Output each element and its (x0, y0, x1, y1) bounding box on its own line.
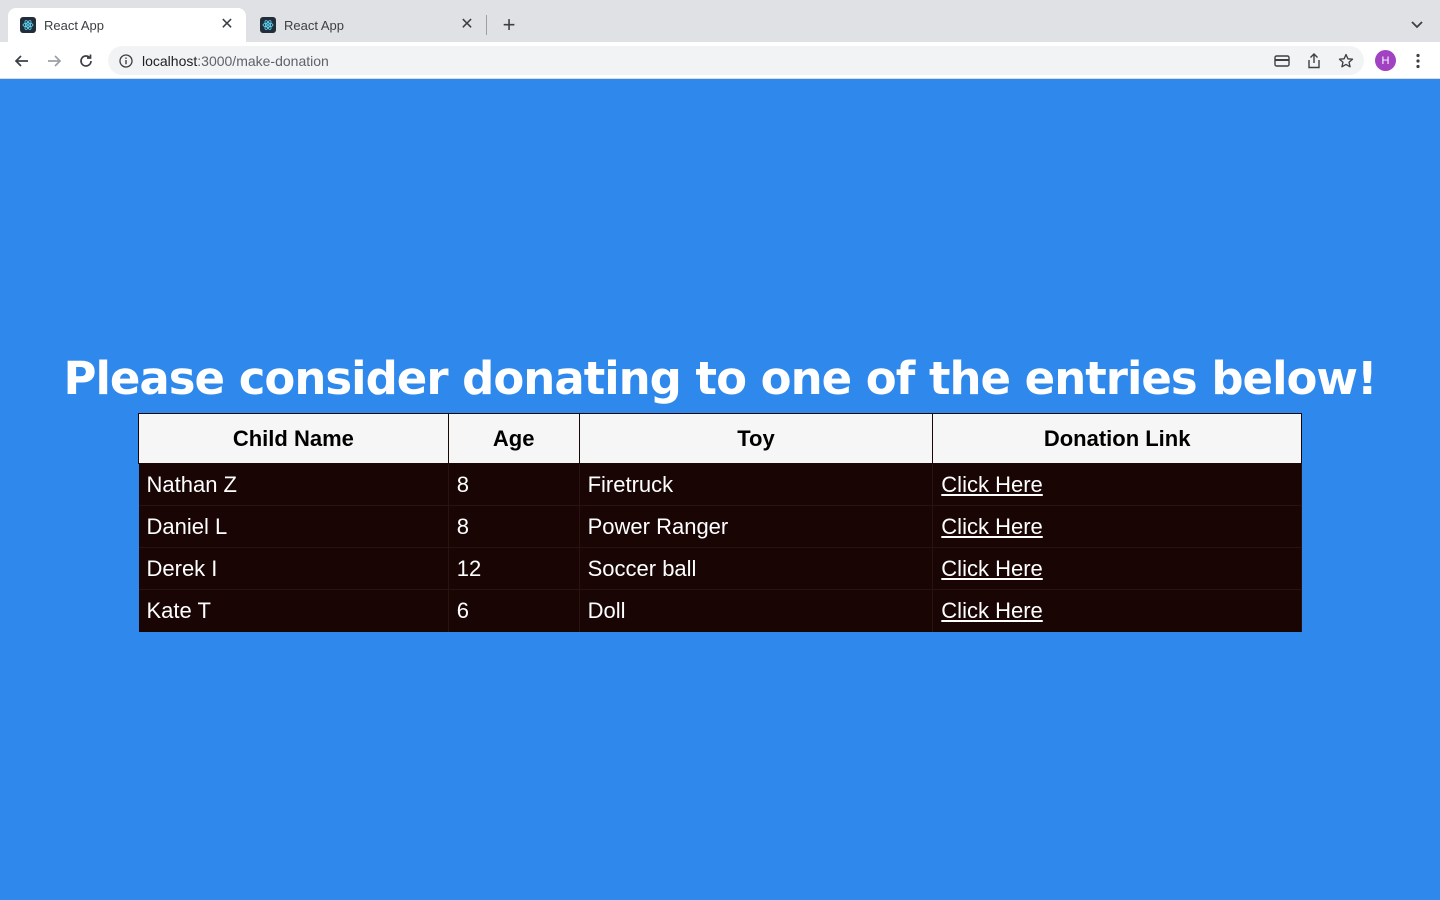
donation-link-cell: Click Here (932, 547, 1302, 590)
child-name-cell: Kate T (138, 589, 449, 632)
share-icon[interactable] (1302, 49, 1326, 73)
back-arrow-icon[interactable] (9, 48, 35, 74)
toy-cell: Soccer ball (579, 547, 934, 590)
react-favicon-icon (260, 17, 276, 33)
reload-icon[interactable] (73, 48, 99, 74)
child-name-cell: Daniel L (138, 505, 449, 548)
donation-link[interactable]: Click Here (941, 556, 1042, 581)
bookmark-star-icon[interactable] (1334, 49, 1358, 73)
age-cell: 6 (448, 589, 580, 632)
donation-table: Child Name Age Toy Donation Link Nathan … (138, 413, 1302, 632)
tab-strip: React App ✕ React App ✕ + (0, 0, 1440, 42)
address-bar[interactable]: localhost:3000/make-donation (108, 46, 1364, 75)
forward-arrow-icon[interactable] (41, 48, 67, 74)
age-cell: 8 (448, 463, 580, 506)
toy-cell: Power Ranger (579, 505, 934, 548)
column-header-donation-link: Donation Link (932, 413, 1302, 464)
tab-title: React App (44, 17, 104, 33)
column-header-child-name: Child Name (138, 413, 449, 464)
column-header-toy: Toy (578, 413, 934, 464)
url-host: localhost (142, 52, 198, 69)
site-info-icon[interactable] (118, 53, 134, 69)
column-header-age: Age (447, 413, 580, 464)
donation-link-cell: Click Here (932, 505, 1302, 548)
tab-title: React App (284, 17, 344, 33)
profile-avatar[interactable]: H (1375, 50, 1396, 71)
donation-link[interactable]: Click Here (941, 514, 1042, 539)
child-name-cell: Derek I (138, 547, 449, 590)
card-icon[interactable] (1270, 49, 1294, 73)
tab-separator (486, 15, 487, 35)
new-tab-plus-icon[interactable]: + (497, 13, 521, 37)
age-cell: 8 (448, 505, 580, 548)
table-header-row: Child Name Age Toy Donation Link (138, 413, 1302, 464)
url-text[interactable]: localhost:3000/make-donation (142, 53, 329, 69)
react-favicon-icon (20, 17, 36, 33)
tab-search-chevron-icon[interactable] (1405, 14, 1429, 36)
browser-tab-1[interactable]: React App ✕ (8, 8, 246, 42)
omnibox-actions (1270, 49, 1358, 73)
donation-link-cell: Click Here (932, 463, 1302, 506)
close-tab-icon[interactable]: ✕ (458, 16, 476, 34)
page-heading: Please consider donating to one of the e… (63, 352, 1377, 405)
table-row: Derek I 12 Soccer ball Click Here (138, 547, 1302, 590)
close-tab-icon[interactable]: ✕ (218, 16, 236, 34)
toy-cell: Doll (579, 589, 934, 632)
child-name-cell: Nathan Z (138, 463, 449, 506)
table-row: Nathan Z 8 Firetruck Click Here (138, 463, 1302, 506)
table-row: Daniel L 8 Power Ranger Click Here (138, 505, 1302, 548)
donation-link[interactable]: Click Here (941, 472, 1042, 497)
more-menu-icon[interactable] (1407, 49, 1429, 73)
donation-link[interactable]: Click Here (941, 598, 1042, 623)
donation-link-cell: Click Here (932, 589, 1302, 632)
table-row: Kate T 6 Doll Click Here (138, 589, 1302, 632)
age-cell: 12 (448, 547, 580, 590)
toy-cell: Firetruck (579, 463, 934, 506)
browser-tab-2[interactable]: React App ✕ (248, 8, 486, 42)
url-path: :3000/make-donation (197, 52, 329, 69)
browser-toolbar: localhost:3000/make-donation H (0, 42, 1440, 79)
